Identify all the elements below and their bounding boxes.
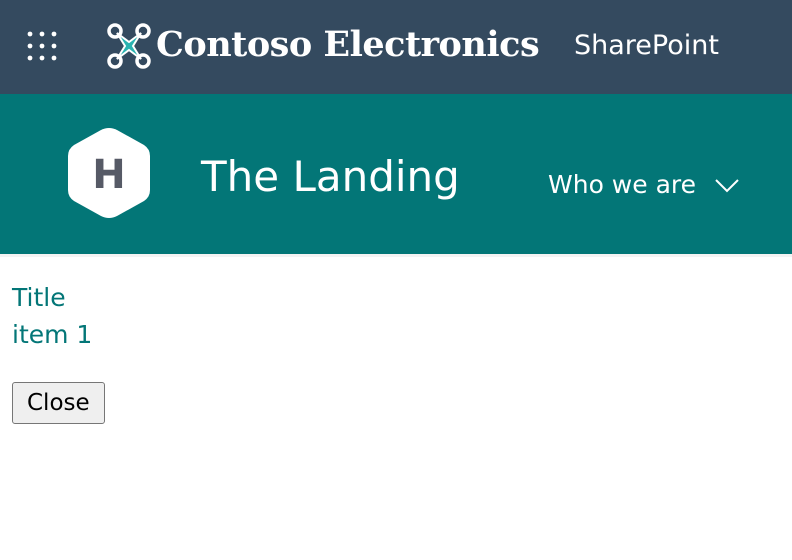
site-logo[interactable]: H	[64, 124, 154, 222]
item-text: item 1	[12, 320, 93, 349]
brand-name[interactable]: Contoso Electronics	[156, 24, 540, 65]
nav-item-who-we-are[interactable]: Who we are	[548, 170, 740, 199]
chevron-down-icon	[715, 179, 739, 193]
hexagon-logo-icon: H	[68, 128, 150, 218]
site-header: H The Landing Who we are	[0, 94, 792, 254]
app-name[interactable]: SharePoint	[574, 30, 719, 61]
site-logo-letter: H	[92, 152, 125, 198]
panel-content: Title item 1 Close	[0, 257, 792, 424]
contoso-drone-logo-icon	[107, 23, 151, 69]
title-text: Title	[12, 283, 66, 312]
site-title[interactable]: The Landing	[201, 152, 460, 201]
app-launcher-button[interactable]	[24, 28, 60, 64]
waffle-grid-icon	[27, 31, 57, 61]
close-button[interactable]: Close	[12, 382, 105, 424]
suite-bar: Contoso Electronics SharePoint	[0, 0, 792, 94]
nav-item-label: Who we are	[548, 170, 697, 199]
